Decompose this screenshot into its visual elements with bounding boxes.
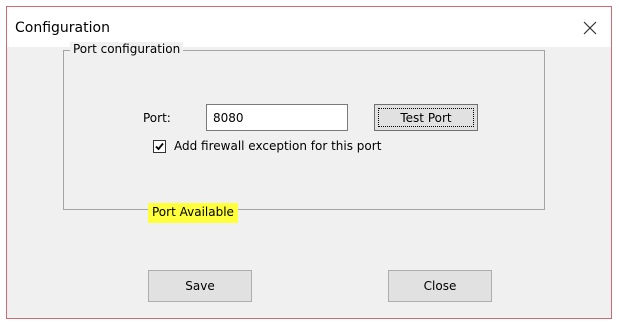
save-button[interactable]: Save bbox=[148, 270, 252, 302]
firewall-exception-checkbox[interactable] bbox=[153, 139, 166, 153]
configuration-dialog: Configuration Port configuration Port: T… bbox=[6, 6, 612, 319]
test-port-label: Test Port bbox=[378, 108, 474, 127]
window-close-button[interactable] bbox=[575, 13, 605, 43]
port-input[interactable] bbox=[206, 104, 348, 131]
window-title: Configuration bbox=[15, 20, 110, 36]
checkmark-icon bbox=[155, 142, 164, 150]
port-label: Port: bbox=[143, 111, 171, 125]
close-button[interactable]: Close bbox=[388, 270, 492, 302]
group-legend: Port configuration bbox=[70, 42, 184, 56]
test-port-button[interactable]: Test Port bbox=[374, 104, 478, 131]
port-status-text: Port Available bbox=[148, 203, 238, 223]
firewall-exception-label: Add firewall exception for this port bbox=[174, 139, 382, 153]
title-bar[interactable]: Configuration bbox=[7, 7, 611, 47]
firewall-exception-row[interactable]: Add firewall exception for this port bbox=[153, 138, 381, 154]
close-icon bbox=[583, 21, 597, 35]
